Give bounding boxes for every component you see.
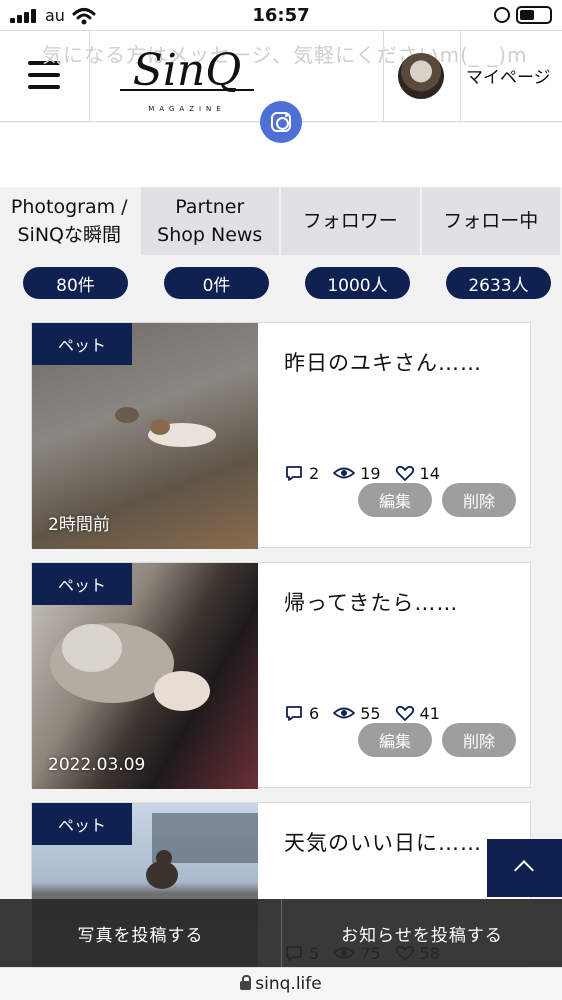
like-count: 41: [419, 703, 440, 723]
delete-button[interactable]: 削除: [442, 723, 516, 757]
tab-partner-shop-news[interactable]: Partner Shop News: [140, 187, 281, 255]
tab-label: フォロワー: [302, 210, 398, 232]
clock: 16:57: [252, 5, 310, 26]
bottom-action-bar: 写真を投稿する お知らせを投稿する: [0, 899, 562, 967]
view-count: 55: [360, 703, 381, 723]
tab-counts: 80件 0件 1000人 2633人: [0, 267, 562, 299]
mypage-link[interactable]: マイページ: [466, 63, 551, 88]
heart-icon: [395, 465, 414, 481]
avatar[interactable]: [398, 53, 444, 99]
logo-text: SinQ: [133, 45, 242, 96]
count-badge: 80件: [23, 267, 128, 299]
tab-following[interactable]: フォロー中: [421, 187, 562, 255]
lock-icon: [240, 974, 252, 990]
battery-icon: [516, 6, 552, 24]
post-photo[interactable]: ペット 2時間前: [32, 323, 258, 549]
count-badge: 2633人: [446, 267, 551, 299]
tab-label: Photogram /: [10, 196, 128, 218]
chevron-up-icon: [514, 860, 534, 880]
comment-count: 2: [309, 463, 320, 483]
edit-button[interactable]: 編集: [358, 723, 432, 757]
tab-label: Partner: [175, 196, 245, 218]
divider: [460, 31, 461, 121]
comment-icon: [286, 706, 302, 721]
comment-count: 6: [309, 703, 320, 723]
post-news-button[interactable]: お知らせを投稿する: [281, 899, 562, 967]
site-logo[interactable]: SinQ MAGAZINE: [112, 35, 262, 117]
url-text: sinq.life: [255, 974, 322, 994]
browser-url-bar[interactable]: sinq.life: [0, 967, 562, 1000]
post-title[interactable]: 帰ってきたら……: [284, 587, 514, 617]
tab-label: Shop News: [157, 224, 263, 246]
post-card[interactable]: ペット 2時間前 昨日のユキさん…… 2 19 14 編集 削除: [31, 322, 531, 549]
like-count: 14: [419, 463, 440, 483]
post-stats: 6 55 41: [284, 703, 454, 723]
scroll-to-top-button[interactable]: [487, 839, 562, 897]
post-card[interactable]: ペット 2022.03.09 帰ってきたら…… 6 55 41 編集 削除: [31, 562, 531, 789]
heart-icon: [395, 705, 414, 721]
divider: [383, 31, 384, 121]
profile-tabs: Photogram / SiNQな瞬間 Partner Shop News フォロワ…: [0, 187, 562, 255]
post-photo[interactable]: ペット 2022.03.09: [32, 563, 258, 789]
rotation-lock-icon: [494, 7, 510, 23]
category-badge: ペット: [32, 563, 132, 605]
tab-followers[interactable]: フォロワー: [281, 187, 422, 255]
category-badge: ペット: [32, 323, 132, 365]
post-photo-button[interactable]: 写真を投稿する: [0, 899, 281, 967]
post-date: 2022.03.09: [48, 755, 146, 775]
eye-icon: [333, 467, 356, 479]
status-bar: au 16:57: [0, 0, 562, 30]
category-badge: ペット: [32, 803, 132, 845]
edit-button[interactable]: 編集: [358, 483, 432, 517]
post-title[interactable]: 昨日のユキさん……: [284, 347, 514, 377]
eye-icon: [333, 707, 356, 719]
post-stats: 2 19 14: [284, 463, 454, 483]
post-date: 2時間前: [48, 515, 110, 535]
comment-icon: [286, 466, 302, 481]
count-badge: 1000人: [305, 267, 410, 299]
tab-label: フォロー中: [443, 210, 539, 232]
post-title[interactable]: 天気のいい日に……: [284, 827, 514, 857]
delete-button[interactable]: 削除: [442, 483, 516, 517]
logo-sub: MAGAZINE: [148, 105, 225, 113]
tab-label: SiNQな瞬間: [17, 224, 121, 246]
count-badge: 0件: [164, 267, 269, 299]
instagram-icon[interactable]: [260, 101, 302, 143]
view-count: 19: [360, 463, 381, 483]
tab-photogram[interactable]: Photogram / SiNQな瞬間: [0, 187, 141, 255]
